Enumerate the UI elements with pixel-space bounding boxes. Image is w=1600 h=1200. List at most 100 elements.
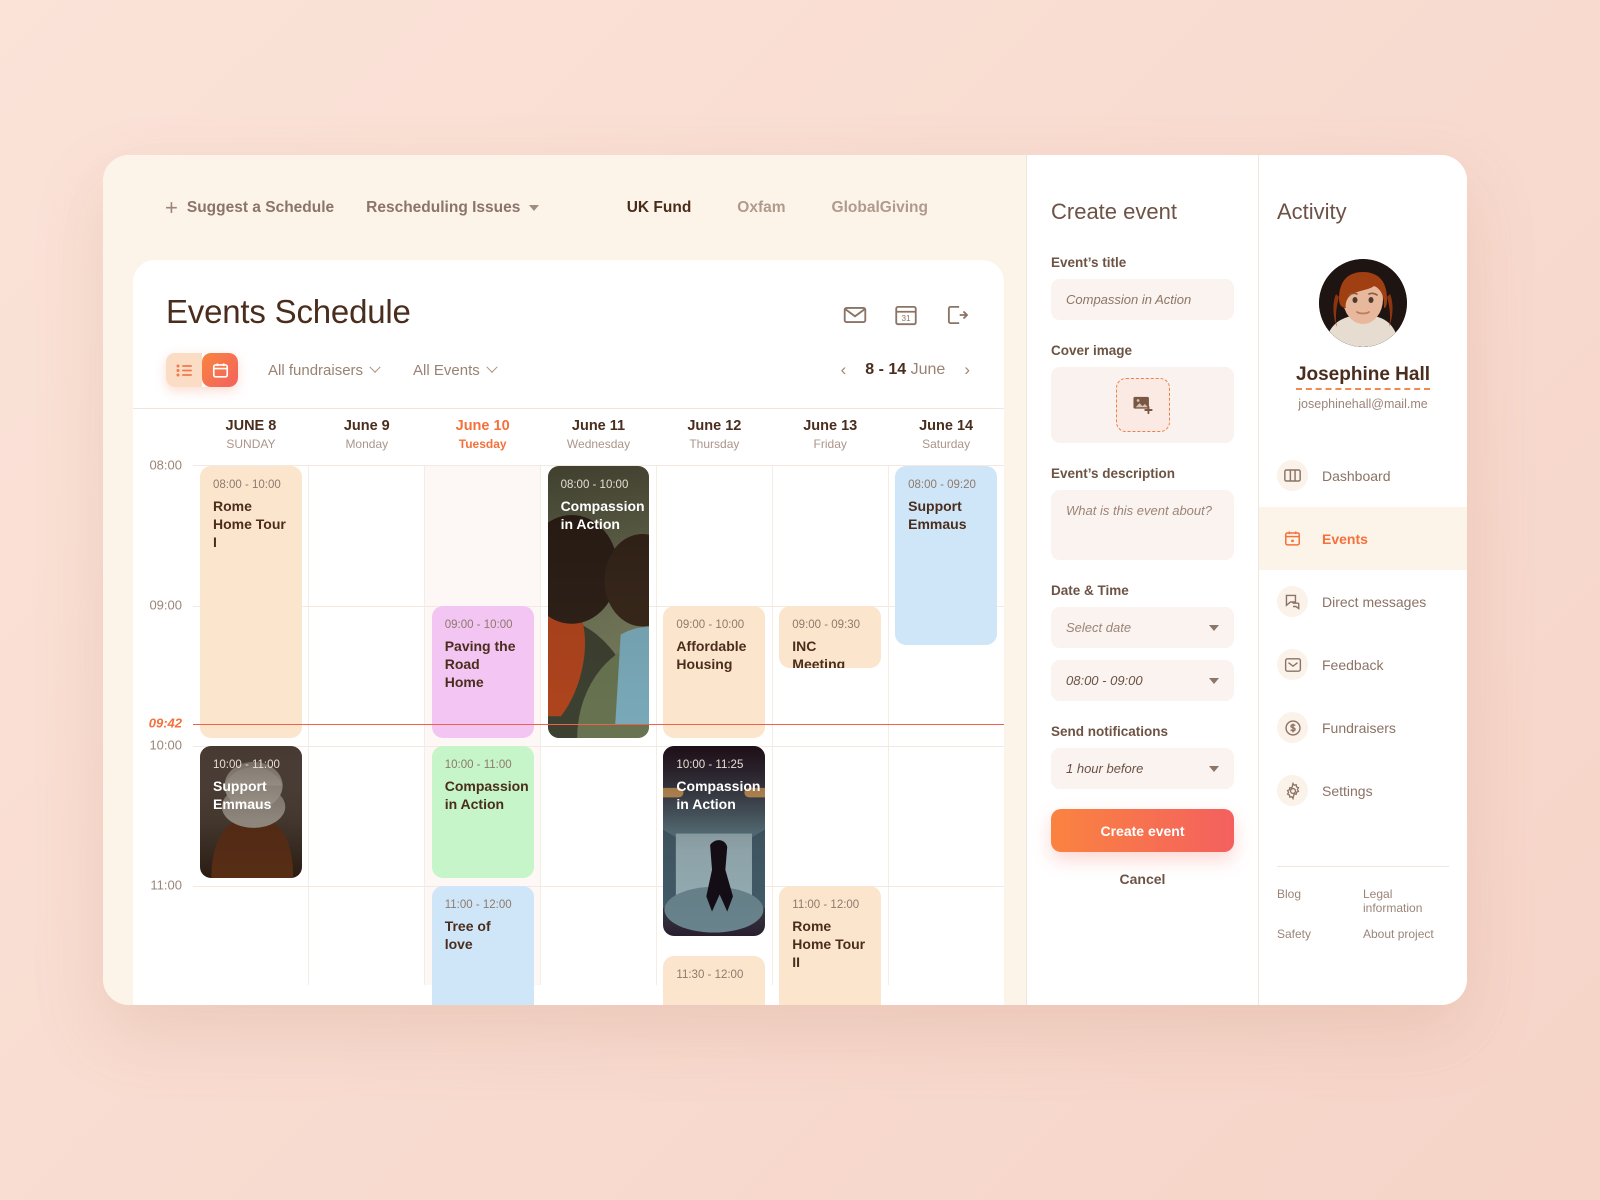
cover-image-dropzone[interactable] bbox=[1051, 367, 1234, 443]
event-card[interactable]: 08:00 - 09:20 Support Emmaus bbox=[895, 466, 997, 645]
sidebar-item-feedback[interactable]: Feedback bbox=[1259, 633, 1467, 696]
create-event-panel: Create event Event’s title Compassion in… bbox=[1026, 155, 1258, 1005]
create-event-button[interactable]: Create event bbox=[1051, 809, 1234, 852]
chevron-down-icon bbox=[369, 361, 381, 373]
sidebar-item-settings[interactable]: Settings bbox=[1259, 759, 1467, 822]
week-range: 8 - 14 June bbox=[865, 361, 945, 379]
event-title-input[interactable]: Compassion in Action bbox=[1051, 279, 1234, 320]
day-date: June 12 bbox=[687, 418, 742, 434]
day-header-1[interactable]: June 9 Monday bbox=[309, 409, 425, 465]
fund-tab-globalgiving[interactable]: GlobalGiving bbox=[832, 199, 928, 217]
fund-tab-uk-fund[interactable]: UK Fund bbox=[627, 199, 692, 217]
suggest-schedule-button[interactable]: + Suggest a Schedule bbox=[165, 196, 334, 219]
current-time-line bbox=[193, 724, 1004, 726]
event-card[interactable]: 09:00 - 10:00 Affordable Housing bbox=[663, 606, 766, 738]
date-select[interactable]: Select date bbox=[1051, 607, 1234, 648]
avatar[interactable] bbox=[1319, 259, 1407, 347]
event-title: Compassion in Action bbox=[676, 778, 761, 812]
event-card[interactable]: 11:00 - 12:00 Rome Home Tour II bbox=[779, 886, 882, 1005]
day-header-5[interactable]: June 13 Friday bbox=[772, 409, 888, 465]
event-card[interactable]: 09:00 - 10:00 Paving the Road Home bbox=[431, 606, 534, 738]
event-description-input[interactable]: What is this event about? bbox=[1051, 490, 1234, 560]
footer-link-safety[interactable]: Safety bbox=[1277, 927, 1363, 941]
notifications-select[interactable]: 1 hour before bbox=[1051, 748, 1234, 789]
logout-icon[interactable] bbox=[944, 302, 970, 328]
calendar-grid: 08:00 - 10:00 Rome Home Tour I 08:00 - 10:… bbox=[193, 465, 1004, 1005]
chevron-down-icon bbox=[529, 204, 540, 211]
event-card[interactable]: 11:00 - 12:00 Tree of love bbox=[431, 886, 534, 1005]
filter-events[interactable]: All Events bbox=[413, 361, 498, 379]
footer-link-legal-information[interactable]: Legal information bbox=[1363, 887, 1449, 915]
fund-tab-oxfam[interactable]: Oxfam bbox=[737, 199, 785, 217]
sidebar-item-label: Direct messages bbox=[1322, 593, 1427, 610]
week-range-month: June bbox=[910, 361, 946, 378]
day-name: Tuesday bbox=[458, 437, 507, 451]
event-card[interactable]: 08:00 - 10:00 Rome Home Tour I bbox=[200, 466, 302, 738]
current-time-label: 09:42 bbox=[148, 715, 182, 731]
day-name: Saturday bbox=[922, 437, 971, 451]
event-cover-overlay bbox=[663, 746, 766, 937]
image-add-icon bbox=[1132, 396, 1153, 415]
event-title: Rome Home Tour I bbox=[213, 498, 286, 550]
footer-links: Blog Legal information Safety About proj… bbox=[1259, 867, 1467, 953]
event-title: Paving the Road Home bbox=[444, 638, 516, 690]
event-time: 08:00 - 10:00 bbox=[560, 479, 629, 491]
fund-tabs: UK Fund Oxfam GlobalGiving bbox=[627, 199, 966, 217]
day-header-6[interactable]: June 14 Saturday bbox=[888, 409, 1004, 465]
event-title: Compassion in Action bbox=[560, 498, 645, 532]
user-name-text: Josephine Hall bbox=[1295, 364, 1431, 390]
user-name: Josephine Hall bbox=[1259, 364, 1467, 390]
time-select[interactable]: 08:00 - 09:00 bbox=[1051, 660, 1234, 701]
event-title: Compassion in Action bbox=[444, 778, 529, 812]
sidebar-item-events[interactable]: Events bbox=[1259, 507, 1467, 570]
event-card[interactable]: 11:30 - 12:00 bbox=[663, 956, 766, 1005]
chevron-down-icon bbox=[486, 361, 498, 373]
calendar-view-button[interactable] bbox=[202, 353, 238, 387]
day-name: Friday bbox=[813, 437, 847, 451]
prev-week-button[interactable]: ‹ bbox=[841, 360, 847, 380]
day-name: SUNDAY bbox=[226, 437, 276, 451]
footer-link-blog[interactable]: Blog bbox=[1277, 887, 1363, 915]
footer-link-about-project[interactable]: About project bbox=[1363, 927, 1449, 941]
event-title: INC Meeting bbox=[792, 638, 846, 668]
event-card[interactable]: 10:00 - 11:25 Compassion in Action bbox=[663, 746, 766, 937]
event-time: 09:00 - 10:00 bbox=[676, 619, 745, 631]
sidebar-item-direct-messages[interactable]: Direct messages bbox=[1259, 570, 1467, 633]
schedule-header: Events Schedule 31 bbox=[133, 260, 1004, 331]
event-time: 10:00 - 11:00 bbox=[444, 759, 512, 771]
event-time: 08:00 - 09:20 bbox=[908, 479, 976, 491]
topbar-actions: + Suggest a Schedule Rescheduling Issues bbox=[165, 196, 540, 219]
date-select-value: Select date bbox=[1066, 620, 1132, 635]
day-header-3[interactable]: June 11 Wednesday bbox=[541, 409, 657, 465]
notifications-label: Send notifications bbox=[1051, 724, 1169, 739]
rescheduling-issues-label: Rescheduling Issues bbox=[366, 198, 521, 216]
calendar-icon[interactable]: 31 bbox=[893, 302, 919, 328]
day-header-4[interactable]: June 12 Thursday bbox=[656, 409, 772, 465]
calendar-view-icon bbox=[212, 363, 228, 378]
event-card[interactable]: 09:00 - 09:30 INC Meeting bbox=[779, 606, 882, 668]
cancel-button[interactable]: Cancel bbox=[1051, 871, 1234, 887]
event-title: Support Emmaus bbox=[908, 498, 967, 532]
sidebar-item-fundraisers[interactable]: Fundraisers bbox=[1259, 696, 1467, 759]
time-label-0800: 08:00 bbox=[149, 457, 182, 473]
sidebar-item-label: Settings bbox=[1322, 782, 1373, 799]
event-card[interactable]: 10:00 - 11:00 Compassion in Action bbox=[431, 746, 534, 878]
rescheduling-issues-dropdown[interactable]: Rescheduling Issues bbox=[366, 198, 540, 217]
mail-icon[interactable] bbox=[842, 302, 868, 328]
sidebar-item-dashboard[interactable]: Dashboard bbox=[1259, 444, 1467, 507]
filter-group: All fundraisers All Events bbox=[268, 361, 498, 379]
day-name: Wednesday bbox=[566, 437, 631, 451]
cover-image-upload-area[interactable] bbox=[1115, 378, 1170, 432]
event-card[interactable]: 10:00 - 11:00 Support Emmaus bbox=[200, 746, 302, 878]
filter-fundraisers[interactable]: All fundraisers bbox=[268, 361, 381, 379]
day-column-1[interactable] bbox=[309, 466, 425, 985]
event-card[interactable]: 08:00 - 10:00 Compassion in Action bbox=[547, 466, 650, 738]
notifications-select-value: 1 hour before bbox=[1066, 761, 1144, 776]
list-view-button[interactable] bbox=[166, 353, 202, 387]
day-date: JUNE 8 bbox=[225, 418, 277, 434]
day-header-0[interactable]: JUNE 8 SUNDAY bbox=[193, 409, 309, 465]
next-week-button[interactable]: › bbox=[964, 360, 970, 380]
event-time: 09:00 - 10:00 bbox=[444, 619, 513, 631]
toolbar: All fundraisers All Events ‹ 8 - 14 June… bbox=[133, 331, 1004, 387]
day-header-2[interactable]: June 10 Tuesday bbox=[425, 409, 541, 465]
